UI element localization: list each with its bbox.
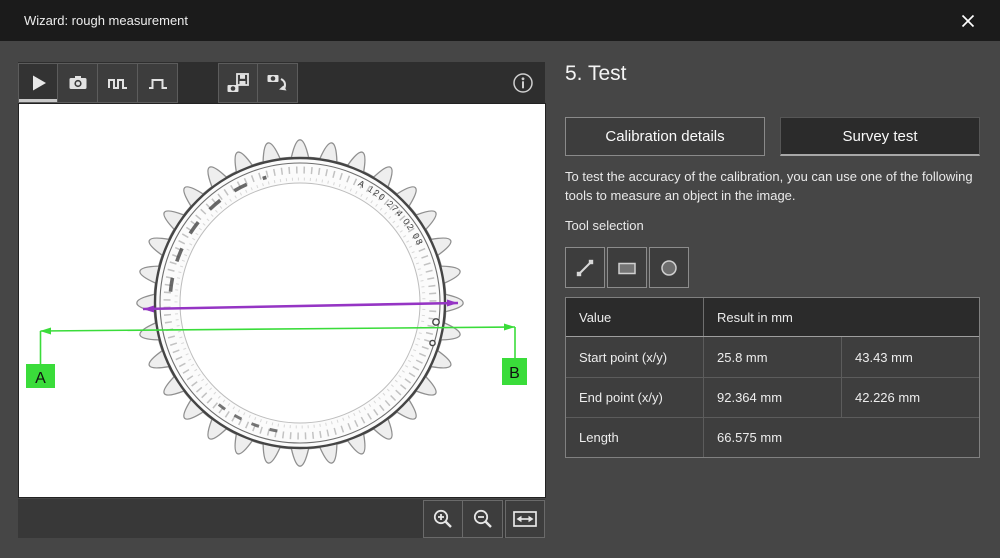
fit-to-window-icon xyxy=(512,507,538,531)
marker-b-label: B xyxy=(509,365,520,382)
window-title: Wizard: rough measurement xyxy=(24,13,188,28)
continuous-acquisition-button[interactable] xyxy=(98,63,138,103)
info-icon xyxy=(511,71,535,95)
titlebar: Wizard: rough measurement xyxy=(0,0,1000,41)
single-acquisition-button[interactable] xyxy=(138,63,178,103)
header-value: Value xyxy=(566,298,704,336)
table-row-length: Length 66.575 mm xyxy=(566,417,979,457)
results-table-header: Value Result in mm xyxy=(566,298,979,337)
header-result: Result in mm xyxy=(704,298,979,336)
table-row-end-point: End point (x/y) 92.364 mm 42.226 mm xyxy=(566,377,979,417)
load-image-icon xyxy=(266,71,290,95)
circle-tool-icon xyxy=(658,257,680,279)
zoom-in-icon xyxy=(431,507,455,531)
results-table: Value Result in mm Start point (x/y) 25.… xyxy=(565,297,980,458)
toolbar-spacer xyxy=(178,63,218,103)
circle-tool-button[interactable] xyxy=(649,247,689,288)
close-icon xyxy=(960,13,976,29)
marker-a-label: A xyxy=(35,370,46,387)
continuous-pulse-icon xyxy=(107,72,129,94)
fit-to-window-button[interactable] xyxy=(505,500,545,538)
row-label: End point (x/y) xyxy=(566,378,704,417)
marker-b[interactable]: B xyxy=(502,358,527,385)
test-panel: 5. Test Calibration details Survey test … xyxy=(565,55,980,558)
viewer-toolbar xyxy=(18,62,545,103)
survey-test-button[interactable]: Survey test xyxy=(780,117,980,156)
rectangle-tool-button[interactable] xyxy=(607,247,647,288)
table-row-start-point: Start point (x/y) 25.8 mm 43.43 mm xyxy=(566,337,979,377)
tool-selection xyxy=(565,247,689,288)
snapshot-button[interactable] xyxy=(58,63,98,103)
line-tool-icon xyxy=(574,257,596,279)
save-image-button[interactable] xyxy=(218,63,258,103)
line-tool-button[interactable] xyxy=(565,247,605,288)
row-value: 66.575 mm xyxy=(704,418,979,457)
image-viewer[interactable]: A 120 274 02 08 A B xyxy=(19,104,545,497)
tool-selection-label: Tool selection xyxy=(565,218,644,233)
panel-heading: 5. Test xyxy=(565,62,626,86)
row-value-x: 92.364 mm xyxy=(704,378,842,417)
run-button[interactable] xyxy=(18,63,58,103)
info-button[interactable] xyxy=(509,69,537,97)
camera-icon xyxy=(67,72,89,94)
row-value-y: 43.43 mm xyxy=(842,337,979,377)
close-button[interactable] xyxy=(952,7,984,35)
save-image-icon xyxy=(226,71,250,95)
marker-a[interactable]: A xyxy=(26,364,55,388)
play-icon xyxy=(27,72,49,94)
single-pulse-icon xyxy=(147,72,169,94)
load-image-button[interactable] xyxy=(258,63,298,103)
panel-description: To test the accuracy of the calibration,… xyxy=(565,167,980,205)
rectangle-tool-icon xyxy=(616,257,638,279)
panel-tabs: Calibration details Survey test xyxy=(565,117,980,156)
zoom-out-button[interactable] xyxy=(463,500,503,538)
calibration-details-button[interactable]: Calibration details xyxy=(565,117,765,156)
row-label: Length xyxy=(566,418,704,457)
zoom-in-button[interactable] xyxy=(423,500,463,538)
row-label: Start point (x/y) xyxy=(566,337,704,377)
zoom-out-icon xyxy=(471,507,495,531)
row-value-y: 42.226 mm xyxy=(842,378,979,417)
zoom-toolbar xyxy=(18,499,545,538)
row-value-x: 25.8 mm xyxy=(704,337,842,377)
camera-image: A 120 274 02 08 A B xyxy=(19,104,545,497)
